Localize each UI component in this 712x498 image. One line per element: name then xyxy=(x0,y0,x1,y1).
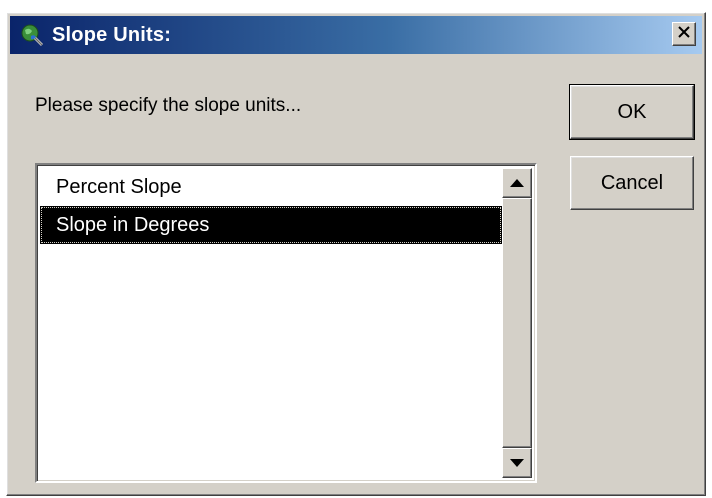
scroll-up-button[interactable] xyxy=(502,168,532,198)
title-bar[interactable]: Slope Units: xyxy=(10,16,702,54)
cancel-button[interactable]: Cancel xyxy=(570,156,694,210)
prompt-label: Please specify the slope units... xyxy=(35,95,302,116)
list-item-percent-slope[interactable]: Percent Slope xyxy=(40,168,502,206)
scroll-down-button[interactable] xyxy=(502,448,532,478)
slope-units-listbox[interactable]: Percent Slope Slope in Degrees xyxy=(35,163,537,483)
arrow-up-icon xyxy=(510,174,524,192)
close-button[interactable] xyxy=(672,22,696,46)
listbox-items: Percent Slope Slope in Degrees xyxy=(40,168,502,478)
scroll-thumb[interactable] xyxy=(502,198,532,448)
listbox-scrollbar[interactable] xyxy=(502,168,532,478)
arrow-down-icon xyxy=(510,454,524,472)
close-icon xyxy=(677,25,691,43)
globe-search-icon xyxy=(20,23,44,47)
slope-units-dialog: Slope Units: Please specify the slope un… xyxy=(6,12,706,496)
window-title: Slope Units: xyxy=(52,24,172,46)
list-item-slope-in-degrees[interactable]: Slope in Degrees xyxy=(40,206,502,244)
ok-button[interactable]: OK xyxy=(569,84,695,140)
